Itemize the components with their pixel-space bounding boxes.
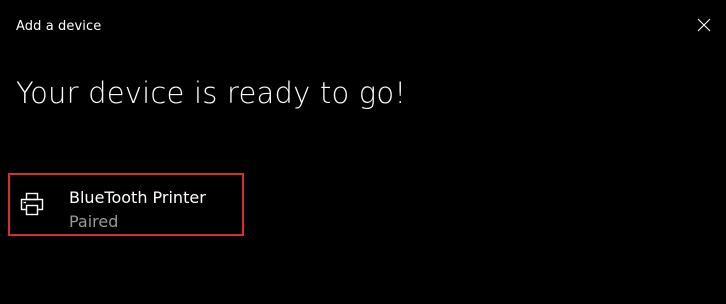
add-device-dialog: Add a device Your device is ready to go!… [0, 0, 726, 304]
device-status: Paired [69, 212, 119, 231]
close-icon [696, 17, 712, 33]
device-name: BlueTooth Printer [69, 188, 206, 207]
printer-icon [20, 192, 44, 216]
window-title: Add a device [16, 19, 102, 34]
device-item-bluetooth-printer[interactable]: BlueTooth Printer Paired [8, 173, 244, 236]
close-button[interactable] [682, 8, 726, 42]
page-title: Your device is ready to go! [16, 76, 407, 110]
